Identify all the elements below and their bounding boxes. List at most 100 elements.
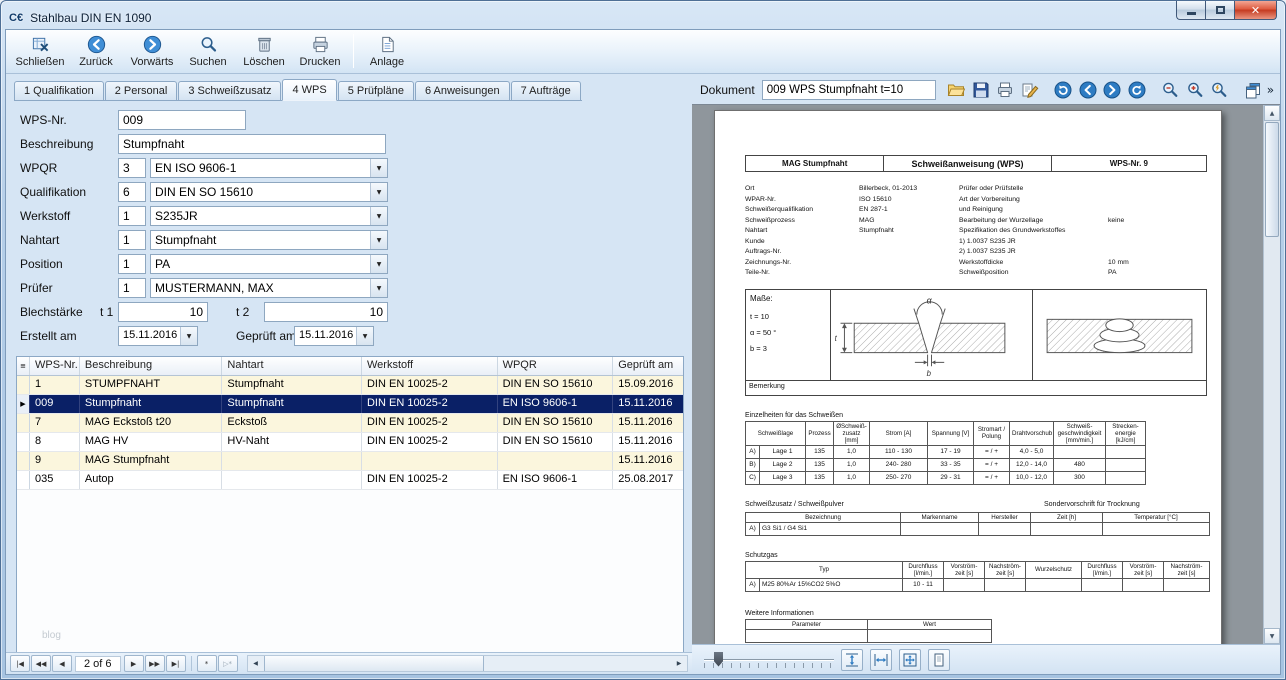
current-row-marker-icon[interactable]: ▶ xyxy=(17,395,30,413)
first-page-button[interactable] xyxy=(1052,79,1074,101)
table-row[interactable]: 035 Autop DIN EN 10025-2 EN ISO 9606-1 2… xyxy=(17,471,683,490)
last-page-button[interactable] xyxy=(1126,79,1148,101)
column-header-nahtart[interactable]: Nahtart xyxy=(222,357,362,375)
delete-button[interactable]: Löschen xyxy=(236,31,292,71)
tab-personal[interactable]: 2 Personal xyxy=(105,81,178,100)
qualifikation-combo[interactable]: DIN EN SO 15610 ▼ xyxy=(150,182,388,202)
wpqr-code-input[interactable] xyxy=(118,158,146,178)
table-row[interactable]: 9 MAG Stumpfnaht 15.11.2016 xyxy=(17,452,683,471)
zoom-in-button[interactable] xyxy=(1184,79,1206,101)
more-buttons-chevron-icon[interactable]: » xyxy=(1267,83,1276,97)
row-selector[interactable] xyxy=(17,471,30,489)
fit-height-button[interactable] xyxy=(841,649,863,671)
grid-horizontal-scrollbar[interactable]: ◀ ▶ xyxy=(247,655,688,672)
zoom-dynamic-button[interactable] xyxy=(1209,79,1231,101)
nav-next-button[interactable]: ▶ xyxy=(124,655,144,672)
wps-nr-input[interactable] xyxy=(118,110,246,130)
maximize-button[interactable] xyxy=(1205,1,1234,20)
row-selector[interactable] xyxy=(17,433,30,451)
scroll-right-icon[interactable]: ▶ xyxy=(671,660,687,667)
table-row[interactable]: 8 MAG HV HV-Naht DIN EN 10025-2 DIN EN S… xyxy=(17,433,683,452)
print-document-button[interactable] xyxy=(994,79,1016,101)
nav-last-button[interactable]: ▶| xyxy=(166,655,186,672)
nav-prev-page-button[interactable]: ◀◀ xyxy=(31,655,51,672)
chevron-down-icon[interactable]: ▼ xyxy=(370,279,387,297)
nav-next-page-button[interactable]: ▶▶ xyxy=(145,655,165,672)
tab-schweisszusatz[interactable]: 3 Schweißzusatz xyxy=(178,81,281,100)
wpqr-combo[interactable]: EN ISO 9606-1 ▼ xyxy=(150,158,388,178)
geprueft-am-datepicker[interactable]: 15.11.2016 ▼ xyxy=(294,326,374,346)
page-copy-button[interactable] xyxy=(1242,79,1264,101)
nahtart-code-input[interactable] xyxy=(118,230,146,250)
wps-grid[interactable]: ≡ WPS-Nr. Beschreibung Nahtart Werkstoff… xyxy=(16,356,684,656)
calendar-dropdown-icon[interactable]: ▼ xyxy=(356,327,373,345)
close-form-button[interactable]: Schließen xyxy=(12,31,68,71)
tab-pruefplaene[interactable]: 5 Prüfpläne xyxy=(338,81,414,100)
column-header-geprueft-am[interactable]: Geprüft am xyxy=(613,357,683,375)
vertical-scroll-track[interactable] xyxy=(1264,121,1280,628)
table-row-selected[interactable]: ▶ 009 Stumpfnaht Stumpfnaht DIN EN 10025… xyxy=(17,395,683,414)
werkstoff-code-input[interactable] xyxy=(118,206,146,226)
scroll-left-icon[interactable]: ◀ xyxy=(248,660,264,667)
back-button[interactable]: Zurück xyxy=(68,31,124,71)
vertical-scroll-thumb[interactable] xyxy=(1265,122,1279,237)
column-header-wpqr[interactable]: WPQR xyxy=(498,357,614,375)
pruefer-combo[interactable]: MUSTERMANN, MAX ▼ xyxy=(150,278,388,298)
chevron-down-icon[interactable]: ▼ xyxy=(370,183,387,201)
horizontal-scroll-thumb[interactable] xyxy=(264,656,484,671)
scroll-down-icon[interactable]: ▼ xyxy=(1264,628,1280,644)
row-selector[interactable] xyxy=(17,376,30,394)
position-code-input[interactable] xyxy=(118,254,146,274)
zoom-out-button[interactable] xyxy=(1160,79,1182,101)
column-header-beschreibung[interactable]: Beschreibung xyxy=(80,357,223,375)
zoom-slider-track[interactable] xyxy=(704,659,834,661)
werkstoff-combo[interactable]: S235JR ▼ xyxy=(150,206,388,226)
row-selector[interactable] xyxy=(17,414,30,432)
pruefer-code-input[interactable] xyxy=(118,278,146,298)
calendar-dropdown-icon[interactable]: ▼ xyxy=(180,327,197,345)
fit-page-button[interactable] xyxy=(899,649,921,671)
qualifikation-code-input[interactable] xyxy=(118,182,146,202)
row-selector[interactable] xyxy=(17,452,30,470)
attachment-button[interactable]: Anlage xyxy=(359,31,415,71)
chevron-down-icon[interactable]: ▼ xyxy=(370,159,387,177)
table-row[interactable]: 1 STUMPFNAHT Stumpfnaht DIN EN 10025-2 D… xyxy=(17,376,683,395)
beschreibung-input[interactable] xyxy=(118,134,386,154)
page-layout-button[interactable] xyxy=(928,649,950,671)
tab-auftraege[interactable]: 7 Aufträge xyxy=(511,81,581,100)
nav-first-button[interactable]: |◀ xyxy=(10,655,30,672)
fit-width-button[interactable] xyxy=(870,649,892,671)
t2-input[interactable] xyxy=(264,302,388,322)
zoom-slider[interactable] xyxy=(704,651,834,669)
position-combo[interactable]: PA ▼ xyxy=(150,254,388,274)
close-button[interactable]: ✕ xyxy=(1234,1,1277,20)
next-page-button[interactable] xyxy=(1101,79,1123,101)
document-vertical-scrollbar[interactable]: ▲ ▼ xyxy=(1263,105,1280,644)
nav-post-edit-button[interactable]: ▷* xyxy=(218,655,238,672)
scroll-up-icon[interactable]: ▲ xyxy=(1264,105,1280,121)
print-button[interactable]: Drucken xyxy=(292,31,348,71)
nav-new-record-button[interactable]: * xyxy=(197,655,217,672)
chevron-down-icon[interactable]: ▼ xyxy=(370,207,387,225)
titlebar[interactable]: C€ Stahlbau DIN EN 1090 xyxy=(1,1,1285,29)
previous-page-button[interactable] xyxy=(1077,79,1099,101)
nav-prev-button[interactable]: ◀ xyxy=(52,655,72,672)
table-row[interactable]: 7 MAG Eckstoß t20 Eckstoß DIN EN 10025-2… xyxy=(17,414,683,433)
chevron-down-icon[interactable]: ▼ xyxy=(370,231,387,249)
chevron-down-icon[interactable]: ▼ xyxy=(370,255,387,273)
dokument-name-input[interactable] xyxy=(762,80,936,100)
search-button[interactable]: Suchen xyxy=(180,31,236,71)
tab-anweisungen[interactable]: 6 Anweisungen xyxy=(415,81,510,100)
t1-input[interactable] xyxy=(118,302,208,322)
column-header-werkstoff[interactable]: Werkstoff xyxy=(362,357,498,375)
open-document-button[interactable] xyxy=(945,79,967,101)
column-header-wps-nr[interactable]: WPS-Nr. xyxy=(30,357,80,375)
minimize-button[interactable] xyxy=(1176,1,1205,20)
forward-button[interactable]: Vorwärts xyxy=(124,31,180,71)
nahtart-combo[interactable]: Stumpfnaht ▼ xyxy=(150,230,388,250)
erstellt-am-datepicker[interactable]: 15.11.2016 ▼ xyxy=(118,326,198,346)
document-preview-area[interactable]: MAG Stumpfnaht Schweißanweisung (WPS) WP… xyxy=(692,104,1280,644)
sign-document-button[interactable] xyxy=(1019,79,1041,101)
tab-qualifikation[interactable]: 1 Qualifikation xyxy=(14,81,104,100)
tab-wps[interactable]: 4 WPS xyxy=(282,79,336,101)
